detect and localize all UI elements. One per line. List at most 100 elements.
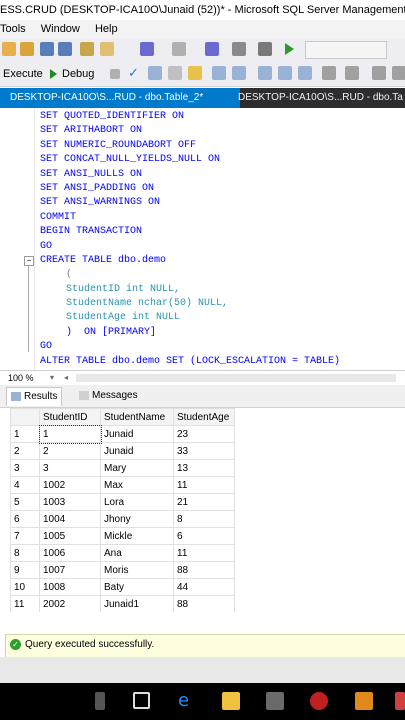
debug-button[interactable]: Debug xyxy=(62,66,94,82)
table-cell[interactable]: 13 xyxy=(173,459,235,477)
table-row[interactable]: 2 2 Junaid 33 xyxy=(10,442,235,460)
table-cell[interactable]: 1004 xyxy=(39,510,101,528)
table-row[interactable]: 7 1005 Mickle 6 xyxy=(10,527,235,545)
decrease-indent-icon[interactable] xyxy=(372,66,386,80)
cancel-query-icon[interactable] xyxy=(110,69,120,79)
file-explorer-icon[interactable] xyxy=(222,692,240,710)
table-cell[interactable]: Moris xyxy=(100,561,174,579)
store-icon[interactable] xyxy=(266,692,284,710)
microphone-icon[interactable] xyxy=(95,692,105,710)
table-row[interactable]: 3 3 Mary 13 xyxy=(10,459,235,477)
zoom-level[interactable]: 100 % xyxy=(8,371,34,385)
undo-icon[interactable] xyxy=(140,42,154,56)
row-number[interactable]: 1 xyxy=(10,425,40,443)
table-cell[interactable]: Mickle xyxy=(100,527,174,545)
table-cell[interactable]: Mary xyxy=(100,459,174,477)
edge-browser-icon[interactable]: e xyxy=(178,692,196,710)
table-cell[interactable]: 1008 xyxy=(39,578,101,596)
save-all-icon[interactable] xyxy=(58,42,72,56)
row-number[interactable]: 4 xyxy=(10,476,40,494)
table-cell[interactable]: 8 xyxy=(173,510,235,528)
copy-icon[interactable] xyxy=(100,42,114,56)
row-number[interactable]: 11 xyxy=(10,595,40,613)
app-icon[interactable] xyxy=(395,692,405,710)
increase-indent-icon[interactable] xyxy=(392,66,405,80)
column-header[interactable]: StudentAge xyxy=(173,408,235,426)
table-cell[interactable]: 11 xyxy=(173,544,235,562)
ssms-icon[interactable] xyxy=(355,692,373,710)
save-icon[interactable] xyxy=(40,42,54,56)
tab-messages[interactable]: Messages xyxy=(75,387,142,405)
row-number[interactable]: 5 xyxy=(10,493,40,511)
column-header[interactable]: StudentName xyxy=(100,408,174,426)
table-cell[interactable]: 11 xyxy=(173,476,235,494)
include-plan-icon[interactable] xyxy=(212,66,226,80)
query-editor[interactable]: − SET QUOTED_IDENTIFIER ON SET ARITHABOR… xyxy=(0,108,405,370)
table-cell[interactable]: 23 xyxy=(173,425,235,443)
table-row[interactable]: 6 1004 Jhony 8 xyxy=(10,510,235,528)
parse-icon[interactable]: ✓ xyxy=(128,65,139,81)
table-cell[interactable]: Max xyxy=(100,476,174,494)
row-number[interactable]: 9 xyxy=(10,561,40,579)
menu-item-window[interactable]: Window xyxy=(41,23,80,35)
table-row[interactable]: 10 1008 Baty 44 xyxy=(10,578,235,596)
row-number[interactable]: 10 xyxy=(10,578,40,596)
new-query-icon[interactable] xyxy=(2,42,16,56)
navigate-back-icon[interactable] xyxy=(205,42,219,56)
client-stats-icon[interactable] xyxy=(232,66,246,80)
scroll-left-icon[interactable]: ◂ xyxy=(64,371,68,385)
comment-icon[interactable] xyxy=(322,66,336,80)
table-cell[interactable]: Junaid xyxy=(100,425,174,443)
row-number[interactable]: 2 xyxy=(10,442,40,460)
start-icon[interactable] xyxy=(285,43,294,55)
execute-button[interactable]: Execute xyxy=(3,66,43,82)
results-to-file-icon[interactable] xyxy=(298,66,312,80)
table-cell[interactable]: 21 xyxy=(173,493,235,511)
row-number[interactable]: 6 xyxy=(10,510,40,528)
menu-item-tools[interactable]: Tools xyxy=(0,23,26,35)
table-cell[interactable]: 1002 xyxy=(39,476,101,494)
find-icon[interactable] xyxy=(232,42,246,56)
table-cell[interactable]: 1005 xyxy=(39,527,101,545)
row-number[interactable]: 3 xyxy=(10,459,40,477)
task-view-icon[interactable] xyxy=(133,692,150,709)
table-cell[interactable]: Junaid1 xyxy=(100,595,174,613)
table-row[interactable]: 8 1006 Ana 11 xyxy=(10,544,235,562)
table-cell[interactable]: 6 xyxy=(173,527,235,545)
table-cell[interactable]: 2002 xyxy=(39,595,101,613)
table-cell[interactable]: Ana xyxy=(100,544,174,562)
tab-results[interactable]: Results xyxy=(6,387,63,406)
solution-config-dropdown[interactable] xyxy=(305,41,387,59)
horizontal-scrollbar[interactable] xyxy=(76,374,396,382)
uncomment-icon[interactable] xyxy=(345,66,359,80)
column-header[interactable]: StudentID xyxy=(39,408,101,426)
row-number[interactable]: 8 xyxy=(10,544,40,562)
table-cell[interactable]: 1006 xyxy=(39,544,101,562)
table-cell[interactable]: Baty xyxy=(100,578,174,596)
row-number[interactable]: 7 xyxy=(10,527,40,545)
app-icon[interactable] xyxy=(310,692,328,710)
table-cell[interactable]: 88 xyxy=(173,561,235,579)
table-row[interactable]: 1 1 Junaid 23 xyxy=(10,424,235,444)
table-cell[interactable]: 88 xyxy=(173,595,235,613)
table-row[interactable]: 5 1003 Lora 21 xyxy=(10,493,235,511)
redo-icon[interactable] xyxy=(172,42,186,56)
activity-monitor-icon[interactable] xyxy=(258,42,272,56)
tab-table-2[interactable]: DESKTOP-ICA10O\S...RUD - dbo.Table_2* xyxy=(0,88,240,108)
table-cell[interactable]: 33 xyxy=(173,442,235,460)
menu-item-help[interactable]: Help xyxy=(95,23,118,35)
table-cell[interactable]: Junaid xyxy=(100,442,174,460)
paste-icon[interactable] xyxy=(80,42,94,56)
results-to-grid-icon[interactable] xyxy=(278,66,292,80)
table-cell[interactable]: 1007 xyxy=(39,561,101,579)
tab-table-other[interactable]: DESKTOP-ICA10O\S...RUD - dbo.Ta xyxy=(228,88,405,108)
table-cell[interactable]: Jhony xyxy=(100,510,174,528)
table-cell[interactable]: Lora xyxy=(100,493,174,511)
results-grid[interactable]: StudentID StudentName StudentAge 1 1 Junai… xyxy=(10,408,235,613)
table-cell[interactable]: 1003 xyxy=(39,493,101,511)
row-number-header[interactable] xyxy=(10,408,40,426)
table-row[interactable]: 11 2002 Junaid1 88 xyxy=(10,595,235,613)
table-cell[interactable]: 2 xyxy=(39,442,101,460)
table-row[interactable]: 4 1002 Max 11 xyxy=(10,476,235,494)
table-cell[interactable]: 44 xyxy=(173,578,235,596)
